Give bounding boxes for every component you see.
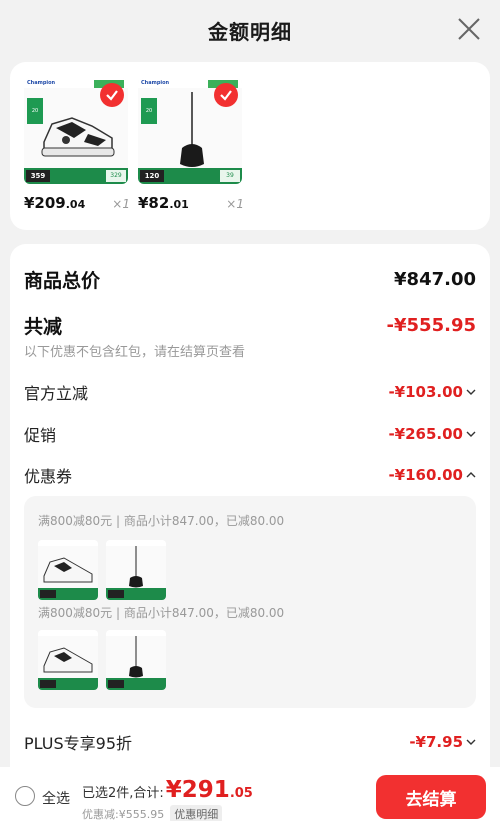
coupon-product-thumb	[38, 630, 98, 690]
total-price-row: 商品总价 ¥847.00	[24, 266, 476, 293]
product-item-bag[interactable]: Champion 20 120 39 ¥82.01 ×1	[138, 78, 244, 212]
page-title: 金额明细	[208, 19, 292, 44]
product-price: ¥82.01	[138, 194, 189, 212]
bag-image	[180, 92, 204, 167]
products-card: Champion 20 359 329 ¥209.04 ×1 Champion …	[10, 62, 490, 230]
discount-details-button[interactable]: 优惠明细	[170, 805, 223, 821]
thumb-price-tag-2: 39	[220, 170, 240, 182]
product-price: ¥209.04	[24, 194, 86, 212]
thumb-price-tag: 120	[140, 170, 164, 182]
discount-amount-text: 优惠减:¥555.95	[82, 808, 165, 821]
coupon-product-thumb	[106, 540, 166, 600]
brand-logo: Champion	[27, 80, 56, 86]
total-price-value: ¥847.00	[394, 269, 476, 290]
coupon-product-thumb	[38, 540, 98, 600]
amount-details-card: 商品总价 ¥847.00 共减 -¥555.95 以下优惠不包含红包，请在结算页…	[10, 244, 490, 784]
selected-count-text: 已选2件,合计:	[82, 786, 164, 801]
checked-icon[interactable]	[100, 83, 124, 107]
total-amount: ¥291	[165, 777, 230, 803]
chevron-down-icon[interactable]	[466, 738, 476, 746]
select-all-radio[interactable]	[15, 786, 35, 806]
product-thumbnail[interactable]: Champion 20 120 39	[138, 78, 242, 184]
coupon-detail-panel: 满800减80元 | 商品小计847.00，已减80.00 满800减80元 |…	[24, 496, 476, 708]
plus-discount-label: PLUS专享95折	[24, 734, 132, 753]
coupon-description: 满800减80元 | 商品小计847.00，已减80.00	[38, 514, 285, 528]
brand-logo: Champion	[141, 80, 170, 86]
product-quantity: ×1	[226, 197, 244, 211]
official-discount-label: 官方立减	[24, 384, 89, 403]
promotion-row[interactable]: 促销 -¥265.00	[24, 422, 476, 446]
plus-discount-row[interactable]: PLUS专享95折 -¥7.95	[24, 730, 476, 754]
select-all-label[interactable]: 全选	[42, 788, 70, 808]
checked-icon[interactable]	[214, 83, 238, 107]
coupon-value: -¥160.00	[388, 466, 476, 484]
total-reduction-row: 共减 -¥555.95	[24, 312, 476, 339]
chevron-up-icon[interactable]	[466, 471, 476, 479]
coupon-product-thumb	[106, 630, 166, 690]
coupon-description: 满800减80元 | 商品小计847.00，已减80.00	[38, 606, 285, 620]
discount-note: 以下优惠不包含红包，请在结算页查看	[24, 345, 246, 360]
thumb-price-tag-2: 329	[106, 170, 126, 182]
thumb-price-tag: 359	[26, 170, 50, 182]
promotion-value: -¥265.00	[388, 425, 476, 443]
official-discount-row[interactable]: 官方立减 -¥103.00	[24, 380, 476, 404]
order-summary: 已选2件,合计: ¥291 .05	[82, 777, 253, 803]
checkout-bar: 全选 已选2件,合计: ¥291 .05 优惠减:¥555.95 优惠明细 去结…	[0, 767, 500, 821]
sneaker-image	[41, 117, 115, 157]
product-thumbnail[interactable]: Champion 20 359 329	[24, 78, 128, 184]
plus-discount-value: -¥7.95	[409, 733, 476, 751]
discount-summary: 优惠减:¥555.95 优惠明细	[82, 805, 223, 821]
product-quantity: ×1	[112, 197, 130, 211]
coupon-label: 优惠券	[24, 467, 73, 486]
header: 金额明细	[0, 0, 500, 60]
promotion-label: 促销	[24, 426, 57, 445]
total-amount-cents: .05	[229, 786, 253, 801]
total-price-label: 商品总价	[24, 270, 101, 292]
close-icon[interactable]	[456, 16, 482, 42]
total-reduction-value: -¥555.95	[386, 315, 476, 336]
chevron-down-icon[interactable]	[466, 388, 476, 396]
badge: 20	[141, 98, 157, 124]
coupon-row[interactable]: 优惠券 -¥160.00	[24, 463, 476, 487]
product-item-sneaker[interactable]: Champion 20 359 329 ¥209.04 ×1	[24, 78, 130, 212]
total-reduction-label: 共减	[24, 316, 63, 338]
checkout-button[interactable]: 去结算	[376, 775, 486, 819]
chevron-down-icon[interactable]	[466, 430, 476, 438]
official-discount-value: -¥103.00	[388, 383, 476, 401]
